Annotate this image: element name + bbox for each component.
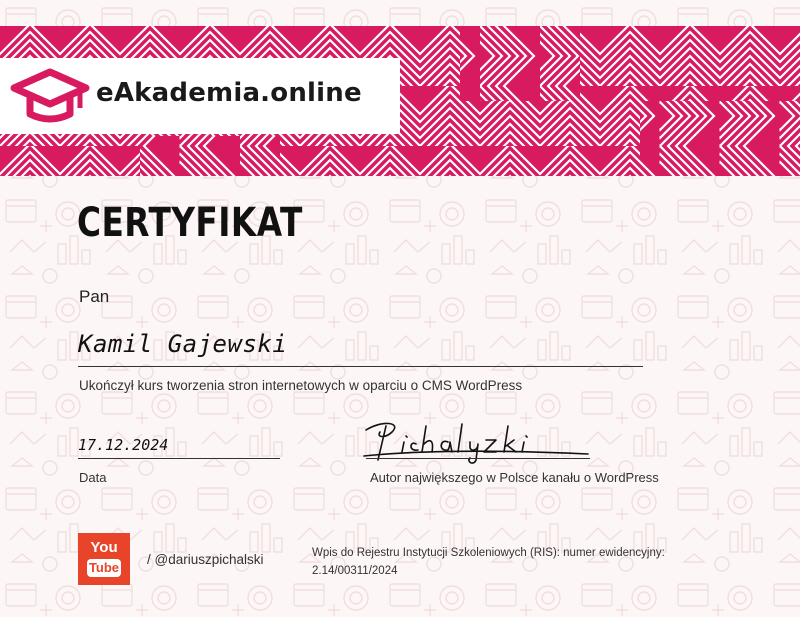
youtube-handle[interactable]: / @dariuszpichalski: [147, 552, 264, 567]
name-underline: [78, 366, 643, 367]
salutation: Pan: [79, 287, 110, 306]
date-underline: [78, 458, 280, 459]
ris-registry-note: Wpis do Rejestru Instytucji Szkoleniowyc…: [312, 547, 665, 577]
certificate: eAkademia.online CERTYFIKAT Pan Kamil Ga…: [0, 0, 800, 617]
recipient-name: Kamil Gajewski: [78, 330, 288, 358]
signature-underline: [366, 458, 590, 459]
date-value: 17.12.2024: [78, 436, 169, 454]
youtube-icon-you: You: [90, 539, 118, 556]
date-label: Data: [79, 470, 107, 485]
author-label: Autor największego w Polsce kanału o Wor…: [370, 470, 659, 485]
certificate-title: CERTYFIKAT: [77, 200, 303, 246]
youtube-icon[interactable]: You Tube: [78, 533, 130, 585]
youtube-icon-tube: Tube: [87, 559, 121, 577]
graduation-cap-icon: [10, 68, 90, 123]
course-description: Ukończył kurs tworzenia stron internetow…: [79, 378, 523, 393]
logo-text: eAkademia.online: [96, 78, 362, 108]
